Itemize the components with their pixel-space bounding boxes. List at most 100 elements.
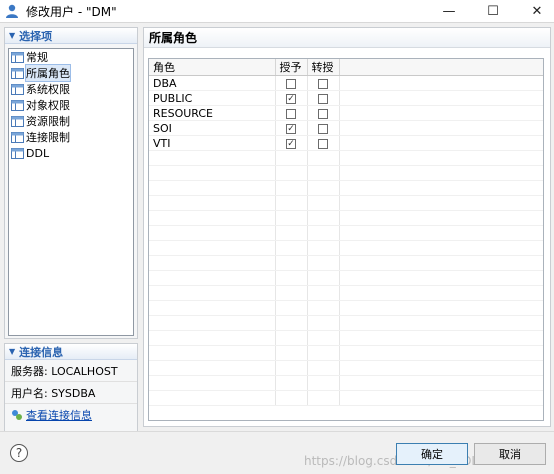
empty-cell bbox=[339, 390, 543, 406]
view-connection-row: 查看连接信息 bbox=[5, 404, 137, 426]
nav-item-general[interactable]: 常规 bbox=[9, 49, 133, 65]
user-info: 用户名: SYSDBA bbox=[5, 382, 137, 404]
role-name-cell: SOI bbox=[149, 120, 276, 136]
empty-cell bbox=[307, 330, 340, 346]
roles-panel: 所属角色 角色 授予 转授 DBA PUBLIC ✓ RESOURCE SOI ✓ VTI ✓ bbox=[143, 27, 551, 427]
view-connection-link[interactable]: 查看连接信息 bbox=[26, 407, 92, 423]
empty-row bbox=[149, 240, 543, 256]
nav-item-connection-limits[interactable]: 连接限制 bbox=[9, 129, 133, 145]
regrant-checkbox[interactable] bbox=[318, 93, 328, 104]
empty-cell bbox=[339, 315, 543, 331]
empty-row bbox=[149, 285, 543, 301]
options-header-label: 选择项 bbox=[19, 29, 53, 43]
empty-cell bbox=[275, 180, 308, 196]
column-header-grant[interactable]: 授予 bbox=[275, 59, 308, 76]
grant-checkbox[interactable] bbox=[286, 108, 296, 119]
column-header-role[interactable]: 角色 bbox=[149, 59, 276, 76]
user-icon bbox=[6, 4, 18, 18]
regrant-checkbox[interactable] bbox=[318, 108, 328, 119]
connection-info-header[interactable]: ▼ 连接信息 bbox=[5, 344, 137, 360]
empty-cell bbox=[149, 285, 276, 301]
empty-cell bbox=[307, 210, 340, 226]
nav-item-label: DDL bbox=[26, 146, 50, 160]
empty-row bbox=[149, 150, 543, 166]
filler-cell bbox=[339, 120, 543, 136]
empty-cell bbox=[307, 390, 340, 406]
table-row: SOI ✓ bbox=[149, 120, 543, 136]
empty-cell bbox=[275, 255, 308, 271]
nav-item-label: 连接限制 bbox=[26, 131, 70, 144]
empty-cell bbox=[149, 270, 276, 286]
empty-cell bbox=[275, 165, 308, 181]
empty-cell bbox=[149, 255, 276, 271]
nav-item-object-privileges[interactable]: 对象权限 bbox=[9, 97, 133, 113]
table-header-row: 角色 授予 转授 bbox=[149, 59, 543, 76]
collapse-icon[interactable]: ▼ bbox=[9, 31, 15, 40]
empty-cell bbox=[275, 315, 308, 331]
empty-cell bbox=[339, 240, 543, 256]
empty-row bbox=[149, 210, 543, 226]
empty-cell bbox=[149, 225, 276, 241]
empty-cell bbox=[275, 285, 308, 301]
empty-cell bbox=[339, 165, 543, 181]
empty-cell bbox=[275, 270, 308, 286]
column-header-filler bbox=[339, 59, 543, 76]
page-title: 所属角色 bbox=[144, 28, 550, 48]
empty-cell bbox=[275, 345, 308, 361]
table-icon bbox=[11, 115, 24, 127]
empty-cell bbox=[307, 195, 340, 211]
empty-cell bbox=[307, 225, 340, 241]
regrant-cell bbox=[307, 105, 340, 121]
title-bar: 修改用户 - "DM" — ☐ ✕ bbox=[0, 0, 554, 22]
column-header-regrant[interactable]: 转授 bbox=[307, 59, 340, 76]
help-icon[interactable]: ? bbox=[10, 444, 28, 462]
options-header[interactable]: ▼ 选择项 bbox=[5, 28, 137, 44]
nav-item-ddl[interactable]: DDL bbox=[9, 145, 133, 161]
regrant-checkbox[interactable] bbox=[318, 123, 328, 134]
nav-item-resource-limits[interactable]: 资源限制 bbox=[9, 113, 133, 129]
grant-checkbox[interactable]: ✓ bbox=[286, 123, 296, 134]
empty-cell bbox=[339, 180, 543, 196]
empty-cell bbox=[149, 240, 276, 256]
grant-checkbox[interactable] bbox=[286, 78, 296, 89]
minimize-button[interactable]: — bbox=[434, 0, 464, 22]
empty-cell bbox=[149, 390, 276, 406]
regrant-checkbox[interactable] bbox=[318, 78, 328, 89]
empty-cell bbox=[339, 255, 543, 271]
server-info: 服务器: LOCALHOST bbox=[5, 360, 137, 382]
empty-row bbox=[149, 255, 543, 271]
regrant-cell bbox=[307, 75, 340, 91]
table-row: VTI ✓ bbox=[149, 135, 543, 151]
table-row: PUBLIC ✓ bbox=[149, 90, 543, 106]
empty-cell bbox=[149, 315, 276, 331]
grant-checkbox[interactable]: ✓ bbox=[286, 138, 296, 149]
nav-item-label: 所属角色 bbox=[25, 64, 71, 82]
collapse-icon[interactable]: ▼ bbox=[9, 347, 15, 356]
roles-table: 角色 授予 转授 DBA PUBLIC ✓ RESOURCE SOI ✓ VTI ✓ bbox=[149, 59, 543, 406]
empty-row bbox=[149, 225, 543, 241]
grant-cell bbox=[275, 105, 308, 121]
nav-item-label: 资源限制 bbox=[26, 115, 70, 128]
connection-icon bbox=[12, 410, 22, 420]
grant-checkbox[interactable]: ✓ bbox=[286, 93, 296, 104]
nav-item-system-privileges[interactable]: 系统权限 bbox=[9, 81, 133, 97]
grant-cell: ✓ bbox=[275, 135, 308, 151]
empty-cell bbox=[149, 165, 276, 181]
empty-cell bbox=[275, 225, 308, 241]
close-button[interactable]: ✕ bbox=[522, 0, 552, 22]
table-row: RESOURCE bbox=[149, 105, 543, 121]
ok-button[interactable]: 确定 bbox=[396, 443, 468, 465]
regrant-checkbox[interactable] bbox=[318, 138, 328, 149]
empty-row bbox=[149, 390, 543, 406]
empty-cell bbox=[307, 375, 340, 391]
empty-cell bbox=[307, 345, 340, 361]
maximize-button[interactable]: ☐ bbox=[478, 0, 508, 22]
empty-row bbox=[149, 270, 543, 286]
table-icon bbox=[11, 147, 24, 159]
regrant-cell bbox=[307, 135, 340, 151]
nav-item-label: 对象权限 bbox=[26, 99, 70, 112]
nav-item-roles[interactable]: 所属角色 bbox=[9, 64, 133, 82]
grant-cell bbox=[275, 75, 308, 91]
cancel-button[interactable]: 取消 bbox=[474, 443, 546, 465]
empty-cell bbox=[275, 300, 308, 316]
